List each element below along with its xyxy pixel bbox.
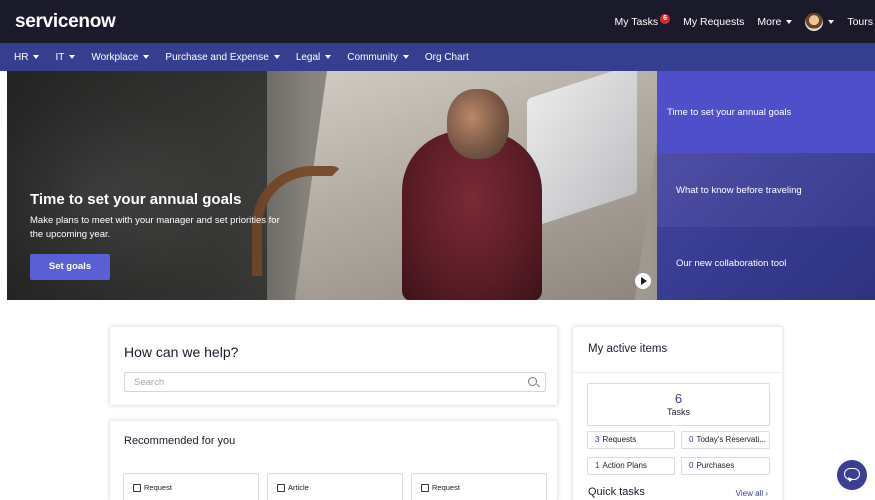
- edit-icon: [133, 483, 141, 492]
- purchases-summary[interactable]: 0 Purchases: [681, 457, 770, 475]
- requests-label: Requests: [602, 435, 637, 444]
- servicenow-logo[interactable]: servicenow: [15, 11, 116, 33]
- help-title: How can we help?: [124, 344, 239, 360]
- view-all-link[interactable]: View all ›: [736, 489, 768, 498]
- top-nav: My Tasks 6 My Requests More Tours: [615, 0, 875, 43]
- divider: [573, 372, 782, 373]
- carousel-slides: Time to set your annual goals What to kn…: [657, 71, 875, 300]
- menu-item-label: Workplace: [91, 51, 139, 63]
- menu-item-workplace[interactable]: Workplace: [91, 51, 150, 63]
- tasks-summary[interactable]: 6 Tasks: [587, 383, 770, 426]
- search-placeholder: Search: [134, 377, 165, 388]
- menu-item-hr[interactable]: HR: [14, 51, 40, 63]
- my-tasks-link[interactable]: My Tasks 6: [614, 13, 671, 28]
- menu-item-label: Purchase and Expense: [165, 51, 269, 63]
- chevron-right-icon: ›: [765, 489, 768, 498]
- carousel-slide-annual-goals[interactable]: Time to set your annual goals: [657, 71, 875, 153]
- recommended-item[interactable]: Request: [123, 473, 259, 500]
- requests-count: 3: [595, 435, 600, 444]
- requests-summary[interactable]: 3 Requests: [587, 431, 675, 449]
- action-plans-count: 1: [595, 461, 600, 470]
- menu-item-org-chart[interactable]: Org Chart: [425, 52, 469, 63]
- more-menu[interactable]: More: [757, 15, 793, 28]
- reservations-summary[interactable]: 0 Today's Reservati...: [681, 431, 770, 449]
- purchases-label: Purchases: [696, 461, 735, 470]
- logo-text: servicenow: [15, 11, 116, 32]
- quick-tasks-title: Quick tasks: [588, 486, 645, 498]
- reservations-label: Today's Reservati...: [696, 435, 767, 444]
- set-goals-button[interactable]: Set goals: [30, 254, 110, 280]
- help-card: How can we help? Search: [109, 326, 558, 406]
- recommended-title: Recommended for you: [124, 435, 236, 447]
- recommended-item-type: Article: [288, 483, 309, 492]
- menu-item-label: Legal: [295, 51, 321, 63]
- recommended-item[interactable]: Article: [267, 473, 403, 500]
- slide-label: Our new collaboration tool: [676, 258, 787, 269]
- search-icon[interactable]: [528, 377, 537, 386]
- chevron-down-icon: [402, 55, 409, 59]
- my-tasks-label: My Tasks: [614, 15, 659, 28]
- purchases-count: 0: [689, 461, 694, 470]
- menu-item-label: HR: [14, 51, 29, 63]
- recommended-item-type: Request: [432, 483, 460, 492]
- menu-item-community[interactable]: Community: [347, 52, 409, 63]
- tasks-count: 6: [674, 391, 683, 406]
- menu-item-label: IT: [55, 51, 65, 63]
- menu-item-legal[interactable]: Legal: [295, 51, 332, 63]
- edit-icon: [421, 483, 429, 492]
- tours-label: Tours: [847, 15, 873, 28]
- my-requests-link[interactable]: My Requests: [683, 16, 744, 28]
- carousel-slide-traveling[interactable]: What to know before traveling: [657, 153, 875, 227]
- hero-person-head: [447, 89, 509, 159]
- chevron-down-icon: [143, 55, 150, 59]
- more-label: More: [757, 15, 782, 28]
- hero-banner: Time to set your annual goals Make plans…: [7, 71, 665, 300]
- chevron-down-icon: [69, 55, 76, 59]
- hero-title: Time to set your annual goals: [30, 191, 242, 208]
- action-plans-label: Action Plans: [602, 461, 647, 470]
- top-bar: servicenow My Tasks 6 My Requests More T…: [0, 0, 875, 43]
- slide-label: Time to set your annual goals: [667, 106, 792, 118]
- my-requests-label: My Requests: [683, 15, 745, 28]
- tasks-label: Tasks: [666, 407, 690, 417]
- slide-label: What to know before traveling: [676, 184, 802, 196]
- chevron-down-icon: [786, 19, 793, 24]
- view-all-label: View all: [735, 489, 764, 498]
- play-icon[interactable]: [635, 273, 651, 289]
- search-input[interactable]: Search: [124, 372, 546, 392]
- action-plans-summary[interactable]: 1 Action Plans: [587, 457, 675, 475]
- tours-link[interactable]: Tours: [847, 16, 873, 28]
- chevron-down-icon: [828, 19, 835, 24]
- active-items-title: My active items: [588, 343, 668, 355]
- recommended-item-type: Request: [144, 483, 172, 492]
- chat-button[interactable]: [837, 460, 867, 490]
- avatar: [805, 12, 824, 31]
- carousel-slide-collaboration[interactable]: Our new collaboration tool: [657, 227, 875, 300]
- tasks-count-badge: 6: [660, 13, 671, 24]
- chevron-down-icon: [325, 55, 332, 59]
- recommended-item[interactable]: Request: [411, 473, 547, 500]
- user-menu[interactable]: [805, 12, 835, 31]
- menu-item-it[interactable]: IT: [55, 51, 76, 63]
- menu-item-label: Community: [347, 51, 398, 63]
- recommended-card: Recommended for you Request Article Requ…: [109, 420, 558, 500]
- hero-description: Make plans to meet with your manager and…: [30, 215, 280, 240]
- active-items-card: My active items 6 Tasks 3 Requests 0 Today…: [572, 326, 783, 500]
- main-menu: HR IT Workplace Purchase and Expense Leg…: [0, 43, 875, 71]
- chat-bubble-icon: [844, 468, 860, 480]
- chevron-down-icon: [33, 55, 40, 59]
- menu-item-label: Org Chart: [424, 51, 469, 63]
- article-icon: [277, 483, 285, 492]
- reservations-count: 0: [689, 435, 694, 444]
- menu-item-purchase-expense[interactable]: Purchase and Expense: [165, 51, 280, 63]
- chevron-down-icon: [273, 55, 280, 59]
